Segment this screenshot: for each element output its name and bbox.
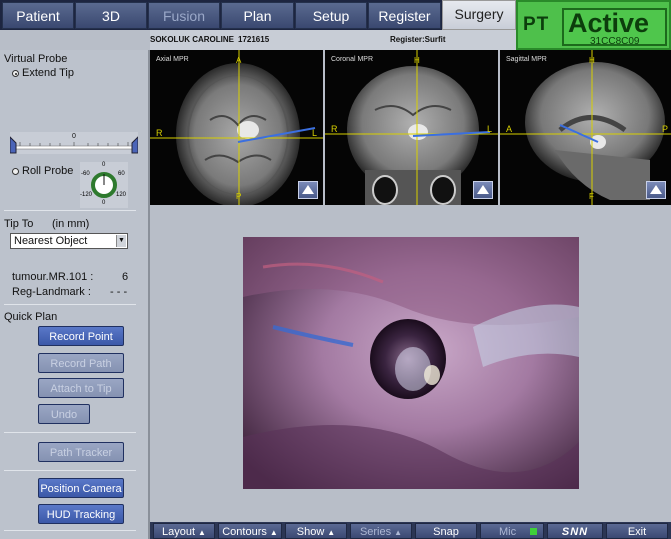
triangle-up-icon — [650, 185, 662, 194]
triangle-up-icon — [477, 185, 489, 194]
measure-label: tumour.MR.101 : — [12, 271, 94, 283]
dial-label-bottom: 0 — [102, 200, 106, 206]
tab-fusion[interactable]: Fusion — [148, 2, 220, 29]
patient-name: SOKOLUK CAROLINE — [150, 35, 234, 44]
orientation-left: A — [506, 124, 513, 134]
dial-label-top: 0 — [102, 162, 106, 168]
chevron-down-icon: ▼ — [116, 235, 126, 247]
slider-value: 0 — [72, 133, 76, 140]
status-box: Active 31CC8C09 — [562, 8, 667, 47]
tracking-status-panel: PT Active 31CC8C09 — [516, 0, 671, 50]
tip-to-heading: Tip To — [4, 218, 34, 230]
orientation-left: R — [331, 124, 338, 134]
orientation-top: H — [589, 56, 595, 65]
tab-setup[interactable]: Setup — [295, 2, 367, 29]
units-label: (in mm) — [52, 218, 90, 230]
tip-target-select[interactable]: Nearest Object ▼ — [10, 233, 128, 249]
left-control-panel: Virtual Probe Extend Tip 0 Roll Probe 0 … — [0, 50, 150, 539]
extend-tip-label: Extend Tip — [22, 67, 74, 79]
view-menu-button[interactable] — [298, 181, 318, 199]
quick-plan-heading: Quick Plan — [4, 311, 58, 323]
bottom-toolbar: Layout ▲ Contours ▲ Show ▲ Series ▲ Snap Mic… — [150, 522, 671, 539]
dial-label-bottom-left: -120 — [80, 192, 93, 198]
register-info: Register:Surfit — [390, 35, 446, 44]
exit-button[interactable]: Exit — [606, 523, 668, 539]
tab-register[interactable]: Register — [368, 2, 441, 29]
virtual-probe-heading: Virtual Probe — [4, 53, 68, 65]
layout-button[interactable]: Layout ▲ — [153, 523, 215, 539]
show-label: Show — [296, 526, 325, 538]
triangle-up-icon: ▲ — [327, 528, 336, 537]
contours-button[interactable]: Contours ▲ — [218, 523, 282, 539]
tab-3d[interactable]: 3D — [75, 2, 147, 29]
surgical-camera-feed[interactable] — [243, 237, 579, 489]
triangle-up-icon: ▲ — [394, 528, 403, 537]
triangle-up-icon: ▲ — [269, 528, 278, 537]
orientation-right: P — [662, 124, 669, 134]
divider — [4, 432, 136, 433]
roll-probe-label: Roll Probe — [22, 165, 74, 177]
extend-tip-radio[interactable] — [12, 70, 19, 77]
status-pt-label: PT — [523, 14, 550, 35]
axial-mri-view[interactable]: Axial MPR R L A P — [150, 50, 323, 205]
attach-to-tip-button[interactable]: Attach to Tip — [38, 378, 124, 398]
tab-surgery[interactable]: Surgery — [442, 0, 516, 30]
tip-target-value: Nearest Object — [14, 235, 88, 247]
sagittal-mri-view[interactable]: Sagittal MPR A P H F — [500, 50, 671, 205]
patient-info-strip: SOKOLUK CAROLINE 1721615 Register:Surfit — [150, 30, 516, 50]
reg-landmark-value: - - - — [110, 286, 128, 298]
mic-label: Mic — [499, 526, 517, 538]
snn-logo: SNN — [547, 523, 603, 539]
mic-status-indicator — [530, 528, 537, 535]
show-button[interactable]: Show ▲ — [285, 523, 347, 539]
triangle-up-icon: ▲ — [198, 528, 206, 537]
tab-bar: Patient 3D Fusion Plan Setup Register Su… — [0, 0, 516, 30]
divider — [4, 470, 136, 471]
orientation-bottom: F — [589, 192, 594, 201]
triangle-up-icon — [302, 185, 314, 194]
layout-label: Layout — [162, 526, 196, 538]
app-window: Patient 3D Fusion Plan Setup Register Su… — [0, 0, 671, 539]
status-state: Active — [568, 8, 650, 38]
roll-probe-radio[interactable] — [12, 168, 19, 175]
status-code: 31CC8C09 — [590, 36, 640, 47]
orientation-right: L — [312, 128, 318, 138]
view-title: Coronal MPR — [331, 56, 374, 63]
hud-tracking-button[interactable]: HUD Tracking — [38, 504, 124, 524]
view-menu-button[interactable] — [473, 181, 493, 199]
divider — [4, 210, 136, 211]
orientation-right: L — [487, 124, 493, 134]
contours-label: Contours — [222, 526, 267, 538]
position-camera-button[interactable]: Position Camera — [38, 478, 124, 498]
orientation-top: A — [236, 56, 242, 65]
orientation-bottom: P — [236, 192, 242, 201]
tab-plan[interactable]: Plan — [221, 2, 294, 29]
record-path-button[interactable]: Record Path — [38, 353, 124, 373]
view-title: Axial MPR — [156, 56, 189, 63]
divider — [4, 530, 136, 531]
series-button[interactable]: Series ▲ — [350, 523, 412, 539]
patient-id: 1721615 — [238, 35, 270, 44]
dial-label-bottom-right: 120 — [116, 192, 127, 198]
undo-button[interactable]: Undo — [38, 404, 90, 424]
view-menu-button[interactable] — [646, 181, 666, 199]
view-title: Sagittal MPR — [506, 56, 547, 63]
measure-value: 6 — [122, 271, 129, 283]
divider — [4, 304, 136, 305]
dial-label-left: -60 — [81, 171, 90, 177]
reg-landmark-label: Reg-Landmark : — [12, 286, 91, 298]
series-label: Series — [359, 526, 392, 538]
coronal-mri-view[interactable]: Coronal MPR R L H — [325, 50, 498, 205]
snap-button[interactable]: Snap — [415, 523, 477, 539]
dial-label-right: 60 — [118, 171, 125, 177]
mic-button[interactable]: Mic — [480, 523, 544, 539]
roll-dial[interactable]: 0 -60 60 -120 120 0 — [80, 162, 128, 208]
record-point-button[interactable]: Record Point — [38, 326, 124, 346]
tab-patient[interactable]: Patient — [2, 2, 74, 29]
orientation-left: R — [156, 128, 163, 138]
path-tracker-button[interactable]: Path Tracker — [38, 442, 124, 462]
orientation-top: H — [414, 56, 420, 65]
